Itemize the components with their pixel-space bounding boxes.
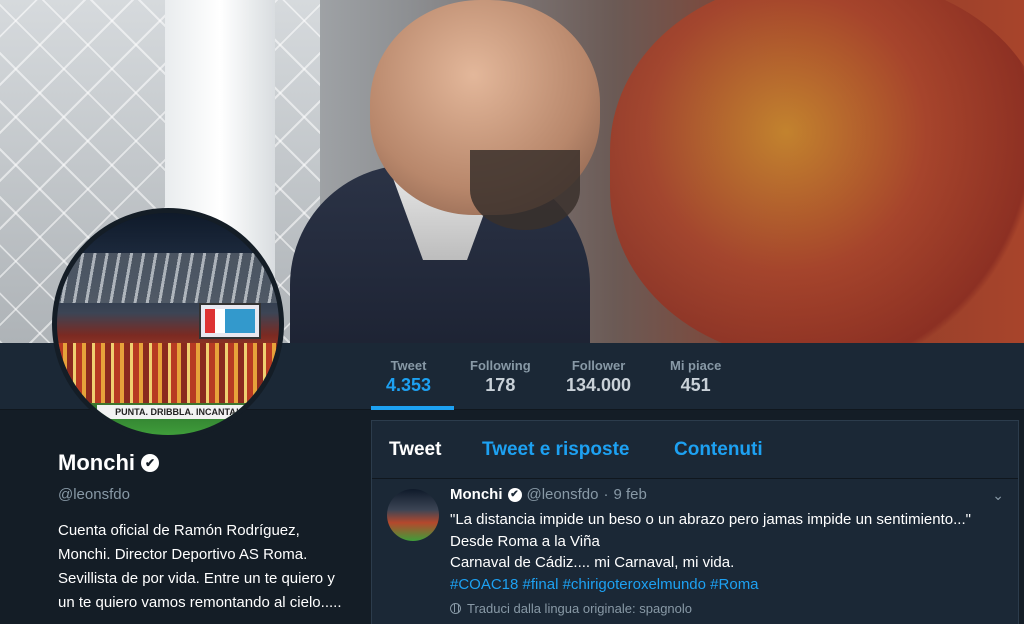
avatar-crowd <box>57 343 279 403</box>
globe-icon <box>450 603 461 614</box>
profile-handle[interactable]: @leonsfdo <box>58 486 348 503</box>
stat-tweet-label: Tweet <box>390 358 427 373</box>
hashtag-link[interactable]: #COAC18 <box>450 576 518 593</box>
stat-follower-label: Follower <box>571 358 626 373</box>
profile-name[interactable]: Monchi <box>58 450 135 476</box>
banner-crest <box>610 0 1024 343</box>
stat-likes-value: 451 <box>680 375 711 395</box>
tweet-text: "La distancia impide un beso o un abrazo… <box>450 509 1010 595</box>
tweet-header: Monchi ✔ @leonsfdo · 9 feb <box>450 486 647 503</box>
tweet-avatar[interactable] <box>387 489 439 541</box>
active-stat-underline <box>371 406 454 410</box>
tweet-date[interactable]: 9 feb <box>613 486 646 503</box>
tweet-hashtags: #COAC18 #final #chirigoteroxelmundo #Rom… <box>450 574 1010 596</box>
profile-bio: Cuenta oficial de Ramón Rodríguez, Monch… <box>58 522 342 611</box>
tweet-separator: · <box>603 486 609 503</box>
chevron-down-icon[interactable]: ⌄ <box>992 487 1004 504</box>
stat-likes-label: Mi piace <box>670 358 722 373</box>
avatar-banner-text: PUNTA. DRIBBLA. INCANTA! <box>97 405 257 419</box>
tweet-line-1: "La distancia impide un beso o un abrazo… <box>450 511 971 528</box>
tweet-line-3: Carnaval de Cádiz.... mi Carnaval, mi vi… <box>450 554 735 571</box>
profile-avatar[interactable]: PUNTA. DRIBBLA. INCANTA! <box>52 208 284 440</box>
translate-label: Traduci dalla lingua originale: spagnolo <box>467 601 692 616</box>
stat-tweet[interactable]: Tweet 4.353 <box>386 358 431 396</box>
stat-following-value: 178 <box>485 375 516 395</box>
hashtag-link[interactable]: #chirigoteroxelmundo <box>563 576 706 593</box>
verified-icon: ✔ <box>141 454 159 472</box>
stat-following[interactable]: Following 178 <box>470 358 531 396</box>
stat-tweet-value: 4.353 <box>386 375 432 395</box>
hashtag-link[interactable]: #final <box>523 576 559 593</box>
timeline-tabs: Tweet Tweet e risposte Contenuti <box>372 421 1018 479</box>
tweet-author-handle[interactable]: @leonsfdo <box>527 486 599 503</box>
profile-info: Monchi ✔ @leonsfdo Cuenta oficial de Ram… <box>58 450 348 615</box>
tab-media[interactable]: Contenuti <box>674 439 763 461</box>
tab-tweet-replies[interactable]: Tweet e risposte <box>482 439 629 461</box>
timeline: Tweet Tweet e risposte Contenuti Monchi … <box>371 420 1019 624</box>
translate-link[interactable]: Traduci dalla lingua originale: spagnolo <box>450 601 692 616</box>
avatar-stadium-roof <box>57 253 279 303</box>
hashtag-link[interactable]: #Roma <box>710 576 758 593</box>
stat-likes[interactable]: Mi piace 451 <box>670 358 721 396</box>
stat-following-label: Following <box>470 358 531 373</box>
tab-tweet[interactable]: Tweet <box>389 439 441 461</box>
tweet-item[interactable]: Monchi ✔ @leonsfdo · 9 feb ⌄ "La distanc… <box>372 479 1018 624</box>
verified-icon: ✔ <box>507 487 522 502</box>
avatar-scoreboard <box>199 303 261 339</box>
stat-follower-value: 134.000 <box>566 375 632 395</box>
tweet-author-name[interactable]: Monchi <box>450 486 503 503</box>
tweet-line-2: Desde Roma a la Viña <box>450 532 600 550</box>
banner-person-beard <box>470 150 580 230</box>
stat-follower[interactable]: Follower 134.000 <box>566 358 631 396</box>
profile-name-row: Monchi ✔ <box>58 450 348 476</box>
